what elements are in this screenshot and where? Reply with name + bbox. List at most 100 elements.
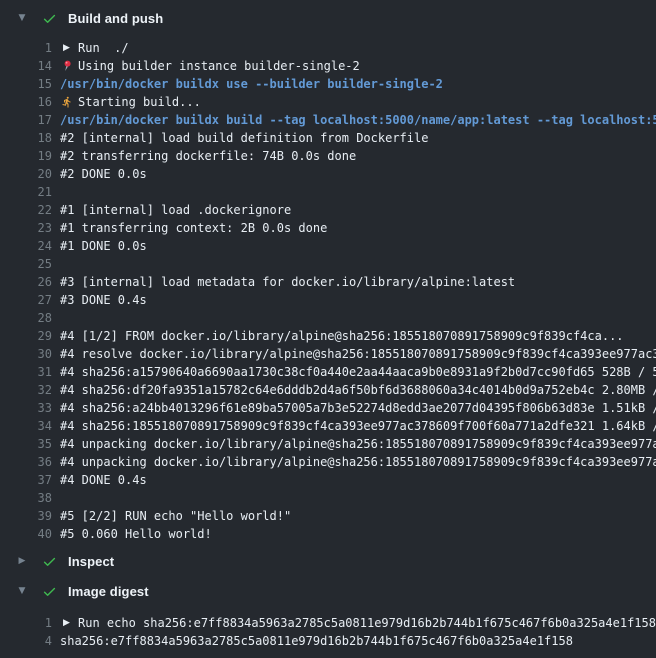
chevron-down-icon[interactable]: ▼	[16, 586, 28, 596]
line-number[interactable]: 32	[0, 381, 52, 399]
log-line: 15 /usr/bin/docker buildx use --builder …	[0, 75, 656, 93]
section-header-build-and-push[interactable]: ▼ Build and push	[0, 4, 656, 32]
line-content: #4 unpacking docker.io/library/alpine@sh…	[60, 435, 656, 453]
section-lines: 1 ▶Run ./ 14 Using builder instance buil…	[0, 32, 656, 543]
line-number[interactable]: 19	[0, 147, 52, 165]
line-number[interactable]: 22	[0, 201, 52, 219]
line-number[interactable]: 14	[0, 57, 52, 75]
section-header-image-digest[interactable]: ▼ Image digest	[0, 577, 656, 605]
line-number[interactable]: 29	[0, 327, 52, 345]
play-icon: ▶	[63, 614, 70, 632]
runner-icon-wrap	[60, 96, 73, 108]
line-number[interactable]: 31	[0, 363, 52, 381]
line-number[interactable]: 38	[0, 489, 52, 507]
log-line: 34 #4 sha256:185518070891758909c9f839cf4…	[0, 417, 656, 435]
line-text: #4 unpacking docker.io/library/alpine@sh…	[60, 435, 656, 453]
line-content: /usr/bin/docker buildx build --tag local…	[60, 111, 656, 129]
run-expand-icon[interactable]: ▶	[60, 42, 73, 54]
log-section: ▼ Build and push 1 ▶Run ./ 14 Using buil…	[0, 4, 656, 543]
line-number[interactable]: 27	[0, 291, 52, 309]
log-line: 23 #1 transferring context: 2B 0.0s done	[0, 219, 656, 237]
line-text: #1 transferring context: 2B 0.0s done	[60, 219, 327, 237]
runner-icon	[61, 96, 73, 108]
success-check-icon	[42, 554, 57, 569]
line-text: #4 resolve docker.io/library/alpine@sha2…	[60, 345, 656, 363]
check-icon	[42, 584, 57, 599]
log-line: 1 ▶Run ./	[0, 39, 656, 57]
line-text: #4 sha256:185518070891758909c9f839cf4ca3…	[60, 417, 656, 435]
line-number[interactable]: 4	[0, 632, 52, 650]
log-line: 30 #4 resolve docker.io/library/alpine@s…	[0, 345, 656, 363]
line-text: #5 0.060 Hello world!	[60, 525, 212, 543]
run-expand-icon[interactable]: ▶	[60, 617, 73, 629]
log-line: 36 #4 unpacking docker.io/library/alpine…	[0, 453, 656, 471]
log-section: ▼ Image digest 1 ▶Run echo sha256:e7ff88…	[0, 577, 656, 650]
section-header-inspect[interactable]: ▶ Inspect	[0, 547, 656, 575]
success-check-icon	[42, 11, 57, 26]
line-text: Starting build...	[78, 93, 201, 111]
line-number[interactable]: 36	[0, 453, 52, 471]
line-text: /usr/bin/docker buildx use --builder bui…	[60, 75, 443, 93]
line-content: #4 sha256:df20fa9351a15782c64e6dddb2d4a6…	[60, 381, 656, 399]
line-text: /usr/bin/docker buildx build --tag local…	[60, 111, 656, 129]
line-text: #4 sha256:df20fa9351a15782c64e6dddb2d4a6…	[60, 381, 656, 399]
line-content: #3 DONE 0.4s	[60, 291, 656, 309]
log-line: 19 #2 transferring dockerfile: 74B 0.0s …	[0, 147, 656, 165]
line-number[interactable]: 35	[0, 435, 52, 453]
line-number[interactable]: 16	[0, 93, 52, 111]
line-number[interactable]: 34	[0, 417, 52, 435]
log-line: 16 Starting build...	[0, 93, 656, 111]
log-line: 26 #3 [internal] load metadata for docke…	[0, 273, 656, 291]
line-number[interactable]: 17	[0, 111, 52, 129]
line-content: #1 DONE 0.0s	[60, 237, 656, 255]
check-icon	[42, 554, 57, 569]
line-number[interactable]: 30	[0, 345, 52, 363]
log-line: 37 #4 DONE 0.4s	[0, 471, 656, 489]
log-line: 33 #4 sha256:a24bb4013296f61e89ba57005a7…	[0, 399, 656, 417]
log-line: 24 #1 DONE 0.0s	[0, 237, 656, 255]
line-number[interactable]: 20	[0, 165, 52, 183]
line-text: #4 DONE 0.4s	[60, 471, 147, 489]
line-content: #2 DONE 0.0s	[60, 165, 656, 183]
line-number[interactable]: 21	[0, 183, 52, 201]
line-content: #2 [internal] load build definition from…	[60, 129, 656, 147]
line-number[interactable]: 15	[0, 75, 52, 93]
line-content: Starting build...	[60, 93, 656, 111]
line-content: ▶Run echo sha256:e7ff8834a5963a2785c5a08…	[60, 614, 656, 632]
line-text: #3 [internal] load metadata for docker.i…	[60, 273, 515, 291]
log-line: 27 #3 DONE 0.4s	[0, 291, 656, 309]
log-line: 29 #4 [1/2] FROM docker.io/library/alpin…	[0, 327, 656, 345]
line-text: #4 [1/2] FROM docker.io/library/alpine@s…	[60, 327, 624, 345]
line-number[interactable]: 33	[0, 399, 52, 417]
line-number[interactable]: 1	[0, 614, 52, 632]
line-content: #2 transferring dockerfile: 74B 0.0s don…	[60, 147, 656, 165]
log-line: 17 /usr/bin/docker buildx build --tag lo…	[0, 111, 656, 129]
line-number[interactable]: 23	[0, 219, 52, 237]
play-icon: ▶	[63, 39, 70, 57]
line-number[interactable]: 28	[0, 309, 52, 327]
line-number[interactable]: 1	[0, 39, 52, 57]
line-text: #2 transferring dockerfile: 74B 0.0s don…	[60, 147, 356, 165]
line-content: #5 [2/2] RUN echo "Hello world!"	[60, 507, 656, 525]
log-line: 1 ▶Run echo sha256:e7ff8834a5963a2785c5a…	[0, 614, 656, 632]
line-content: #4 sha256:a24bb4013296f61e89ba57005a7b3e…	[60, 399, 656, 417]
chevron-down-icon[interactable]: ▼	[16, 13, 28, 23]
section-title: Image digest	[68, 584, 149, 599]
section-lines: 1 ▶Run echo sha256:e7ff8834a5963a2785c5a…	[0, 605, 656, 650]
line-content: /usr/bin/docker buildx use --builder bui…	[60, 75, 656, 93]
line-number[interactable]: 37	[0, 471, 52, 489]
chevron-right-icon[interactable]: ▶	[16, 556, 28, 566]
line-number[interactable]: 24	[0, 237, 52, 255]
line-number[interactable]: 18	[0, 129, 52, 147]
line-number[interactable]: 25	[0, 255, 52, 273]
line-number[interactable]: 39	[0, 507, 52, 525]
line-content: #4 resolve docker.io/library/alpine@sha2…	[60, 345, 656, 363]
line-number[interactable]: 40	[0, 525, 52, 543]
line-content: #4 [1/2] FROM docker.io/library/alpine@s…	[60, 327, 656, 345]
log-line: 21	[0, 183, 656, 201]
line-content: #4 sha256:a15790640a6690aa1730c38cf0a440…	[60, 363, 656, 381]
log-line: 32 #4 sha256:df20fa9351a15782c64e6dddb2d…	[0, 381, 656, 399]
line-number[interactable]: 26	[0, 273, 52, 291]
log-line: 22 #1 [internal] load .dockerignore	[0, 201, 656, 219]
line-content: #4 DONE 0.4s	[60, 471, 656, 489]
